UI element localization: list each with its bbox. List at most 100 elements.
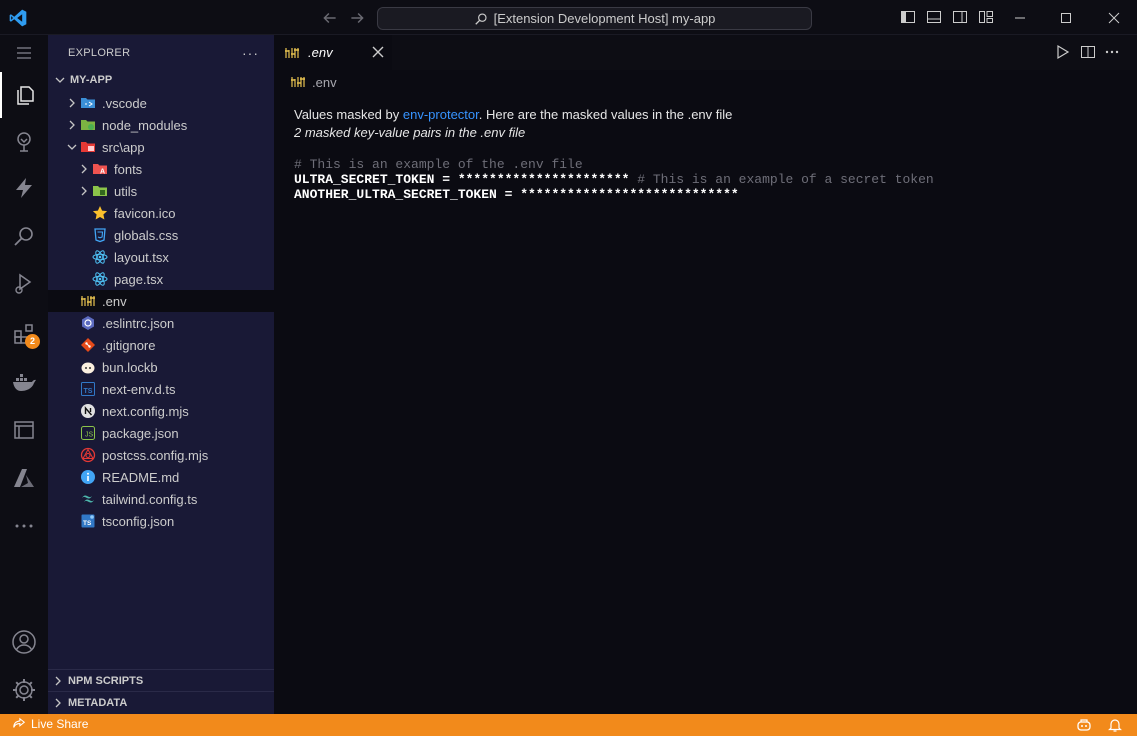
tree-file[interactable]: page.tsx (48, 268, 274, 290)
azure-icon[interactable] (0, 455, 48, 501)
tree-file[interactable]: favicon.ico (48, 202, 274, 224)
svg-text:TS: TS (84, 388, 93, 395)
fonts-folder-icon: A (92, 161, 108, 177)
utils-folder-icon (92, 183, 108, 199)
env-protector-link[interactable]: env-protector (403, 107, 479, 122)
vscode-logo-icon (9, 9, 27, 27)
copilot-icon[interactable] (1076, 717, 1092, 733)
tree-item-label: globals.css (114, 227, 179, 243)
tab-label: .env (308, 45, 333, 60)
tree-file[interactable]: README.md (48, 466, 274, 488)
back-arrow-icon[interactable] (321, 9, 339, 27)
tree-file[interactable]: globals.css (48, 224, 274, 246)
lightning-icon[interactable] (0, 165, 48, 211)
chevron-right-icon (48, 675, 68, 687)
preview-intro-before: Values masked by (294, 107, 403, 122)
tab-bar: .env (274, 35, 1137, 70)
tree-item-label: bun.lockb (102, 359, 158, 375)
preview-intro: Values masked by env-protector. Here are… (294, 106, 1114, 124)
tree-item-label: .vscode (102, 95, 147, 111)
settings-gear-icon[interactable] (0, 667, 48, 713)
code-line-ultra-secret: ULTRA_SECRET_TOKEN = *******************… (294, 172, 1114, 187)
minimize-button[interactable] (997, 0, 1043, 35)
tree-file[interactable]: JS package.json (48, 422, 274, 444)
tree-folder[interactable]: Afonts (48, 158, 274, 180)
toggle-primary-sidebar-icon[interactable] (900, 9, 916, 25)
live-share-label: Live Share (31, 717, 89, 731)
svg-text:JS: JS (85, 432, 94, 439)
tree-file[interactable]: .eslintrc.json (48, 312, 274, 334)
metadata-section[interactable]: METADATA (48, 691, 274, 713)
tree-item-label: utils (114, 183, 138, 199)
live-share-icon (13, 717, 26, 728)
tree-folder[interactable]: .vscode (48, 92, 274, 114)
run-debug-icon[interactable] (0, 261, 48, 307)
chevron-right-icon (64, 117, 80, 133)
extensions-badge: 2 (25, 334, 40, 349)
tree-file[interactable]: tailwind.config.ts (48, 488, 274, 510)
svg-text:A: A (100, 169, 105, 176)
tree-file[interactable]: TS next-env.d.ts (48, 378, 274, 400)
tree-file[interactable]: .env (48, 290, 274, 312)
extensions-icon[interactable] (0, 311, 48, 357)
npm-scripts-section[interactable]: NPM SCRIPTS (48, 669, 274, 691)
css-icon (92, 227, 108, 243)
tree-item-label: src\app (102, 139, 145, 155)
search-icon[interactable] (0, 213, 48, 259)
close-tab-icon[interactable] (371, 45, 385, 59)
tree-file[interactable]: next.config.mjs (48, 400, 274, 422)
chevron-right-icon (76, 183, 92, 199)
remote-explorer-icon[interactable] (0, 407, 48, 453)
customize-layout-icon[interactable] (978, 9, 994, 25)
npm-scripts-label: NPM SCRIPTS (68, 674, 144, 687)
split-editor-icon[interactable] (1080, 44, 1096, 60)
more-icon[interactable] (0, 503, 48, 549)
tree-item-label: layout.tsx (114, 249, 169, 265)
metadata-label: METADATA (68, 696, 128, 709)
tree-file[interactable]: postcss.config.mjs (48, 444, 274, 466)
tailwind-icon (80, 491, 96, 507)
postcss-icon (80, 447, 96, 463)
tree-item-label: favicon.ico (114, 205, 176, 221)
views-more-icon[interactable]: ··· (242, 45, 259, 61)
toggle-panel-icon[interactable] (926, 9, 942, 25)
notifications-bell-icon[interactable] (1107, 717, 1123, 733)
forward-arrow-icon[interactable] (348, 9, 366, 27)
tree-file[interactable]: bun.lockb (48, 356, 274, 378)
run-icon[interactable] (1054, 44, 1070, 60)
maximize-button[interactable] (1043, 0, 1089, 35)
live-share-button[interactable]: Live Share (12, 717, 88, 731)
accounts-icon[interactable] (0, 619, 48, 665)
chevron-right-icon (64, 95, 80, 111)
search-icon (474, 12, 487, 25)
react-icon (92, 249, 108, 265)
docker-icon[interactable] (0, 359, 48, 405)
tree-folder[interactable]: node_modules (48, 114, 274, 136)
command-center[interactable]: [Extension Development Host] my-app (377, 7, 812, 30)
toggle-secondary-sidebar-icon[interactable] (952, 9, 968, 25)
tree-item-label: next-env.d.ts (102, 381, 176, 397)
code-line-text: ANOTHER_ULTRA_SECRET_TOKEN = ***********… (294, 187, 739, 202)
breadcrumb[interactable]: .env (290, 73, 337, 91)
tree-file[interactable]: layout.tsx (48, 246, 274, 268)
close-window-button[interactable] (1091, 0, 1137, 35)
tree-file[interactable]: TS tsconfig.json (48, 510, 274, 532)
eslint-icon (80, 315, 96, 331)
masked-preview: Values masked by env-protector. Here are… (294, 106, 1114, 202)
source-control-icon[interactable] (0, 119, 48, 165)
editor-more-icon[interactable] (1104, 44, 1120, 60)
tree-folder[interactable]: src\app (48, 136, 274, 158)
menu-icon[interactable] (0, 30, 48, 76)
tree-item-label: next.config.mjs (102, 403, 189, 419)
project-header[interactable]: MY-APP (48, 69, 274, 91)
activity-bar: 2 (0, 35, 48, 714)
tree-folder[interactable]: utils (48, 180, 274, 202)
explorer-icon[interactable] (0, 72, 48, 118)
tree-file[interactable]: .gitignore (48, 334, 274, 356)
